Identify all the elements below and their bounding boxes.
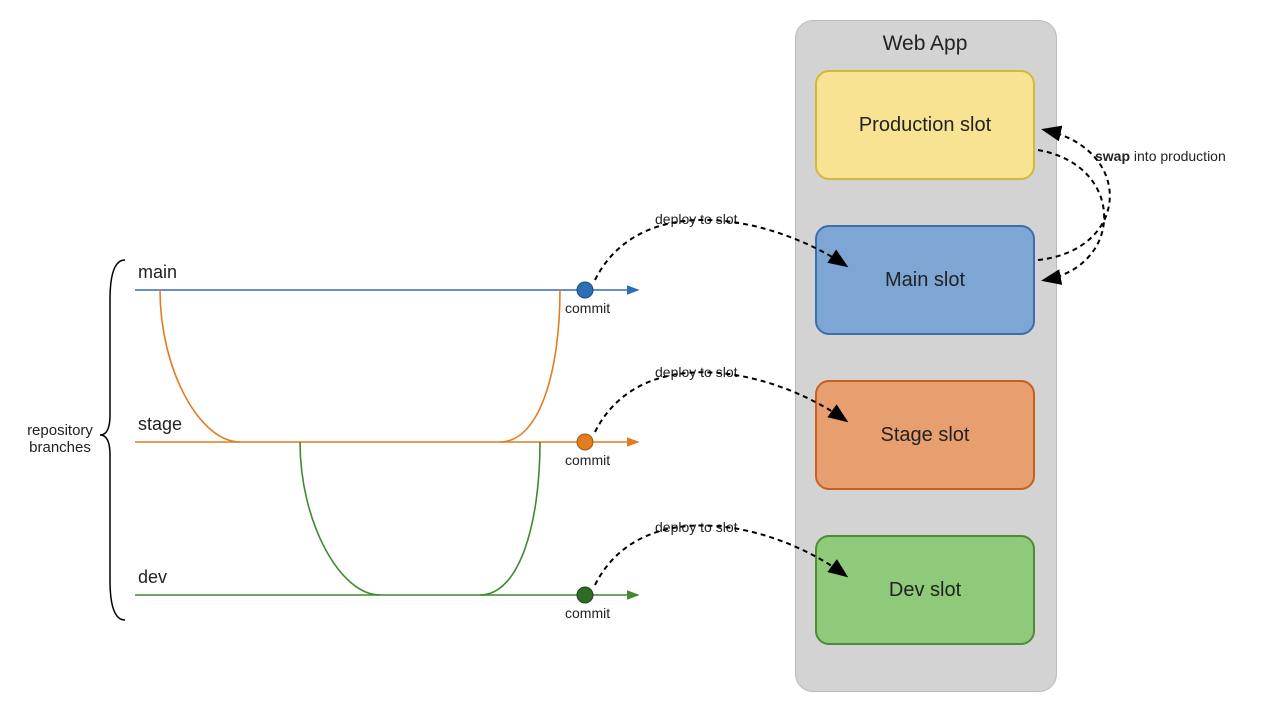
merge-stage-to-main-up: [500, 290, 560, 442]
commit-dot-dev: [577, 587, 593, 603]
commit-dot-main: [577, 282, 593, 298]
merge-stage-to-dev-down: [300, 442, 380, 595]
deploy-arc-main: [595, 220, 845, 280]
brace: [100, 260, 125, 620]
merge-dev-to-stage-up: [480, 442, 540, 595]
swap-arc-down: [1038, 150, 1104, 280]
merge-main-to-stage-down: [160, 290, 240, 442]
commit-dot-stage: [577, 434, 593, 450]
diagram-svg: [0, 0, 1280, 720]
deploy-arc-stage: [595, 372, 845, 432]
deploy-arc-dev: [595, 525, 845, 585]
